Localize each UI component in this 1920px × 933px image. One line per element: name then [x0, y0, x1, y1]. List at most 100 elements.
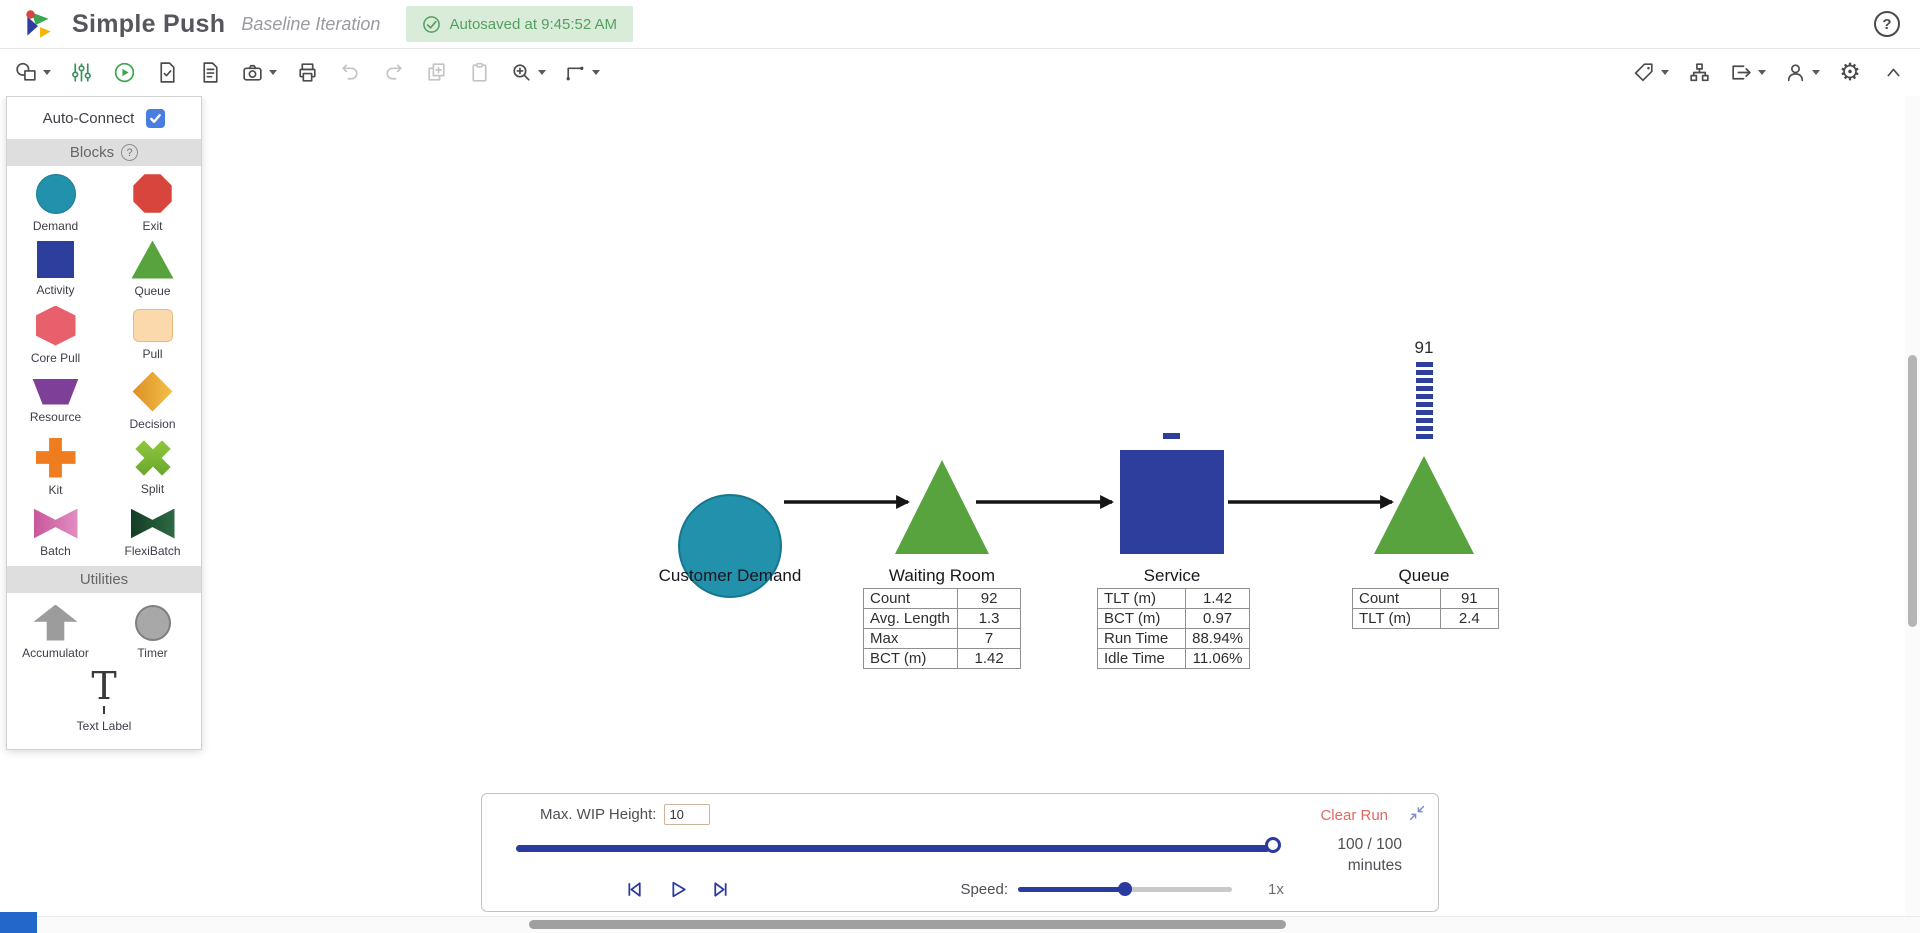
- wip-height-input[interactable]: [664, 804, 710, 825]
- queue-stats-table: Count91TLT (m)2.4: [1352, 588, 1499, 629]
- block-label: Queue: [134, 284, 170, 298]
- undo-button[interactable]: [335, 56, 365, 90]
- collapse-panel-button[interactable]: [1406, 802, 1428, 824]
- timer-shape-icon: [135, 605, 171, 641]
- skip-to-end-button[interactable]: [706, 874, 736, 904]
- properties-sliders-button[interactable]: [66, 56, 96, 90]
- app-header: Simple Push Baseline Iteration Autosaved…: [0, 0, 1920, 49]
- skip-end-icon: [709, 877, 734, 902]
- palette-block-core-pull[interactable]: Core Pull: [7, 302, 104, 368]
- users-button[interactable]: [1781, 56, 1822, 90]
- flexibatch-shape-icon: [131, 509, 175, 539]
- stat-row: BCT (m)1.42: [864, 649, 1021, 669]
- chevron-down-icon: [43, 70, 51, 75]
- decision-shape-icon: [133, 372, 173, 412]
- chevron-up-icon: [1881, 60, 1906, 85]
- stat-row: Count91: [1353, 589, 1499, 609]
- run-control-panel: Max. WIP Height: Clear Run 100 / 100 min…: [481, 793, 1439, 912]
- palette-utility-accumulator[interactable]: Accumulator: [7, 599, 104, 665]
- export-icon: [1729, 60, 1754, 85]
- settings-button[interactable]: ⚙: [1835, 56, 1865, 90]
- skip-start-icon: [621, 877, 646, 902]
- document-report-icon: [198, 60, 223, 85]
- stat-row: TLT (m)1.42: [1098, 589, 1250, 609]
- palette-block-batch[interactable]: Batch: [7, 500, 104, 566]
- split-shape-icon: [126, 431, 180, 485]
- block-label: Text Label: [77, 719, 132, 733]
- stat-row: Idle Time11.06%: [1098, 649, 1250, 669]
- blocks-help-icon[interactable]: ?: [121, 144, 138, 161]
- paste-icon: [467, 60, 492, 85]
- hierarchy-icon: [1687, 60, 1712, 85]
- palette-block-kit[interactable]: Kit: [7, 434, 104, 500]
- screenshot-camera-button[interactable]: [238, 56, 279, 90]
- palette-block-activity[interactable]: Activity: [7, 236, 104, 302]
- kit-shape-icon: [36, 438, 76, 478]
- speed-slider[interactable]: [1018, 887, 1232, 892]
- redo-button[interactable]: [378, 56, 408, 90]
- node-service[interactable]: [1120, 450, 1224, 554]
- toolbar: ⚙: [0, 49, 1920, 96]
- node-queue[interactable]: [1374, 456, 1474, 554]
- auto-connect-checkbox[interactable]: [146, 109, 165, 128]
- palette-utility-text-label[interactable]: T Text Label: [7, 665, 201, 735]
- speed-handle[interactable]: [1118, 882, 1132, 896]
- help-icon[interactable]: ?: [1874, 11, 1900, 37]
- wip-height-group: Max. WIP Height:: [540, 804, 710, 825]
- palette-block-queue[interactable]: Queue: [104, 236, 201, 302]
- utilities-section-header: Utilities: [7, 566, 201, 593]
- queue-count-label: 91: [1374, 338, 1474, 358]
- palette-block-split[interactable]: Split: [104, 434, 201, 500]
- node-waiting-room[interactable]: [895, 460, 989, 554]
- speed-value: 1x: [1268, 881, 1284, 898]
- palette-utility-timer[interactable]: Timer: [104, 599, 201, 665]
- vertical-scrollbar-thumb[interactable]: [1908, 355, 1917, 627]
- pull-shape-icon: [133, 309, 173, 342]
- horizontal-scrollbar-thumb[interactable]: [529, 920, 1286, 929]
- stat-row: Run Time88.94%: [1098, 629, 1250, 649]
- palette-block-exit[interactable]: Exit: [104, 170, 201, 236]
- bottom-left-corner-accent: [0, 912, 37, 933]
- block-label: FlexiBatch: [124, 544, 180, 558]
- autosave-status-text: Autosaved at 9:45:52 AM: [449, 16, 617, 33]
- palette-block-decision[interactable]: Decision: [104, 368, 201, 434]
- stat-row: BCT (m)0.97: [1098, 609, 1250, 629]
- connector-style-button[interactable]: [561, 56, 602, 90]
- duplicate-button[interactable]: [421, 56, 451, 90]
- app-title: Simple Push: [72, 10, 225, 39]
- zoom-button[interactable]: [507, 56, 548, 90]
- blocks-section-header: Blocks ?: [7, 139, 201, 166]
- block-label: Exit: [142, 219, 162, 233]
- connector-icon: [563, 60, 588, 85]
- chevron-down-icon: [269, 70, 277, 75]
- collapse-toolbar-button[interactable]: [1878, 56, 1908, 90]
- paste-button[interactable]: [464, 56, 494, 90]
- blocks-header-label: Blocks: [70, 144, 114, 161]
- palette-block-demand[interactable]: Demand: [7, 170, 104, 236]
- skip-to-start-button[interactable]: [618, 874, 648, 904]
- palette-block-pull[interactable]: Pull: [104, 302, 201, 368]
- palette-block-resource[interactable]: Resource: [7, 368, 104, 434]
- document-check-button[interactable]: [152, 56, 182, 90]
- export-button[interactable]: [1727, 56, 1768, 90]
- print-button[interactable]: [292, 56, 322, 90]
- document-report-button[interactable]: [195, 56, 225, 90]
- play-button[interactable]: [662, 874, 692, 904]
- run-validate-button[interactable]: [109, 56, 139, 90]
- auto-connect-label: Auto-Connect: [43, 110, 135, 127]
- progress-unit: minutes: [1348, 857, 1402, 874]
- speed-fill: [1018, 887, 1125, 892]
- palette-block-flexibatch[interactable]: FlexiBatch: [104, 500, 201, 566]
- process-hierarchy-button[interactable]: [1684, 56, 1714, 90]
- run-progress-fill: [516, 845, 1270, 852]
- block-label: Timer: [137, 646, 167, 660]
- clear-run-link[interactable]: Clear Run: [1320, 807, 1388, 824]
- core-pull-shape-icon: [36, 306, 76, 346]
- block-label: Batch: [40, 544, 71, 558]
- shapes-tool-button[interactable]: [12, 56, 53, 90]
- stat-row: Avg. Length1.3: [864, 609, 1021, 629]
- tags-button[interactable]: [1630, 56, 1671, 90]
- user-icon: [1783, 60, 1808, 85]
- chevron-down-icon: [1812, 70, 1820, 75]
- run-progress-slider[interactable]: [516, 845, 1270, 852]
